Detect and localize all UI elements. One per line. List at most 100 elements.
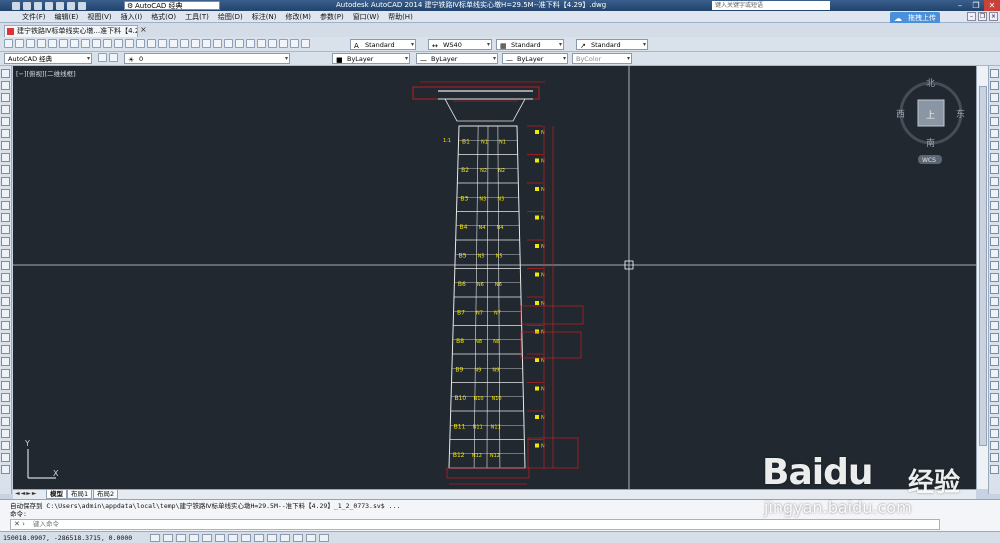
menu-restore-button[interactable]: ❐	[978, 12, 987, 21]
draw-tool-icon[interactable]	[1, 453, 10, 462]
draw-tool-icon[interactable]	[1, 309, 10, 318]
toolbar-tool-icon[interactable]	[169, 39, 178, 48]
draw-tool-icon[interactable]	[1, 165, 10, 174]
menu-item[interactable]: 窗口(W)	[353, 12, 379, 22]
menu-item[interactable]: 编辑(E)	[55, 12, 79, 22]
layer-tool-icon[interactable]	[98, 53, 107, 62]
draw-tool-icon[interactable]	[1, 105, 10, 114]
menu-item[interactable]: 帮助(H)	[388, 12, 413, 22]
draw-tool-icon[interactable]	[1, 333, 10, 342]
drawing-canvas[interactable]: [−][俯视][二维线框] B1 N1 N1 N B2 N2 N2 N B3 N3 N3 N B4 N4 N…	[13, 66, 976, 489]
save-icon[interactable]	[34, 1, 42, 10]
toolbar-tool-icon[interactable]	[279, 39, 288, 48]
draw-tool-icon[interactable]	[1, 393, 10, 402]
modify-tool-icon[interactable]	[990, 465, 999, 474]
dimension-style-select[interactable]: ↔ WS40 ▾	[428, 39, 492, 50]
toolbar-tool-icon[interactable]	[180, 39, 189, 48]
layer-select[interactable]: ☀ 0 ▾	[124, 53, 290, 64]
modify-tool-icon[interactable]	[990, 249, 999, 258]
toolbar-tool-icon[interactable]	[257, 39, 266, 48]
draw-tool-icon[interactable]	[1, 213, 10, 222]
drafting-settings[interactable]	[150, 534, 329, 542]
draw-tool-icon[interactable]	[1, 249, 10, 258]
close-command-icon[interactable]: ✕ ›	[14, 520, 25, 528]
draw-tool-icon[interactable]	[1, 129, 10, 138]
toolbar-tool-icon[interactable]	[48, 39, 57, 48]
modify-tool-icon[interactable]	[990, 129, 999, 138]
toolbar-tool-icon[interactable]	[103, 39, 112, 48]
toolbar-tool-icon[interactable]	[70, 39, 79, 48]
command-input-row[interactable]: ✕ ›	[10, 519, 940, 530]
modify-tool-icon[interactable]	[990, 213, 999, 222]
status-toggle-icon[interactable]	[228, 534, 238, 542]
modify-tool-icon[interactable]	[990, 273, 999, 282]
draw-tool-icon[interactable]	[1, 225, 10, 234]
modify-tool-icon[interactable]	[990, 309, 999, 318]
modify-tool-icon[interactable]	[990, 201, 999, 210]
toolbar-tool-icon[interactable]	[191, 39, 200, 48]
modify-tool-icon[interactable]	[990, 297, 999, 306]
modify-tool-icon[interactable]	[990, 237, 999, 246]
toolbar-tool-icon[interactable]	[26, 39, 35, 48]
quick-access-toolbar[interactable]	[12, 0, 86, 11]
toolbar-tool-icon[interactable]	[125, 39, 134, 48]
status-toggle-icon[interactable]	[241, 534, 251, 542]
modify-tool-icon[interactable]	[990, 393, 999, 402]
color-select[interactable]: ■ ByLayer ▾	[332, 53, 410, 64]
status-toggle-icon[interactable]	[163, 534, 173, 542]
draw-tool-icon[interactable]	[1, 405, 10, 414]
workspace-select[interactable]: ⚙ AutoCAD 经典	[124, 1, 220, 10]
draw-tool-icon[interactable]	[1, 297, 10, 306]
toolbar-tool-icon[interactable]	[114, 39, 123, 48]
draw-tool-icon[interactable]	[1, 429, 10, 438]
modify-tool-icon[interactable]	[990, 177, 999, 186]
toolbar-tool-icon[interactable]	[136, 39, 145, 48]
modify-tool-icon[interactable]	[990, 93, 999, 102]
menu-item[interactable]: 绘图(D)	[218, 12, 243, 22]
modify-tool-icon[interactable]	[990, 81, 999, 90]
modify-tool-icon[interactable]	[990, 345, 999, 354]
command-input[interactable]	[33, 520, 533, 529]
modify-tool-icon[interactable]	[990, 225, 999, 234]
toolbar-tool-icon[interactable]	[92, 39, 101, 48]
status-toggle-icon[interactable]	[306, 534, 316, 542]
status-toggle-icon[interactable]	[254, 534, 264, 542]
draw-tool-icon[interactable]	[1, 357, 10, 366]
document-tab[interactable]: 建宁铁路Ⅳ标单线实心墩...准下料【4.29】*	[4, 25, 138, 37]
undo-icon[interactable]	[67, 1, 75, 10]
toolbar-tool-icon[interactable]	[15, 39, 24, 48]
draw-tool-icon[interactable]	[1, 273, 10, 282]
draw-tool-icon[interactable]	[1, 189, 10, 198]
modify-tool-icon[interactable]	[990, 165, 999, 174]
document-tab-close-icon[interactable]: ×	[140, 25, 147, 34]
menu-item[interactable]: 格式(O)	[151, 12, 176, 22]
toolbar-tool-icon[interactable]	[37, 39, 46, 48]
vertical-scrollbar[interactable]	[976, 66, 988, 489]
draw-tool-icon[interactable]	[1, 369, 10, 378]
layer-tool-icon[interactable]	[109, 53, 118, 62]
draw-tool-icon[interactable]	[1, 261, 10, 270]
minimize-button[interactable]: –	[952, 0, 968, 11]
status-toggle-icon[interactable]	[176, 534, 186, 542]
toolbar-tool-icon[interactable]	[202, 39, 211, 48]
multileader-style-select[interactable]: ↗ Standard ▾	[576, 39, 648, 50]
draw-tool-icon[interactable]	[1, 417, 10, 426]
plotstyle-select[interactable]: ByColor ▾	[572, 53, 632, 64]
status-toggle-icon[interactable]	[215, 534, 225, 542]
modify-tool-icon[interactable]	[990, 153, 999, 162]
search-input[interactable]: 键入关键字或短语	[712, 1, 830, 10]
menu-item[interactable]: 工具(T)	[185, 12, 209, 22]
modify-tool-icon[interactable]	[990, 333, 999, 342]
save-as-icon[interactable]	[45, 1, 53, 10]
toolbar-tool-icon[interactable]	[301, 39, 310, 48]
draw-tool-icon[interactable]	[1, 177, 10, 186]
linetype-select[interactable]: — ByLayer ▾	[416, 53, 498, 64]
modify-tool-icon[interactable]	[990, 357, 999, 366]
tab-model[interactable]: 模型	[46, 490, 67, 499]
draw-tool-icon[interactable]	[1, 153, 10, 162]
toolbar-tool-icon[interactable]	[235, 39, 244, 48]
tab-layout2[interactable]: 布局2	[93, 490, 119, 499]
close-button[interactable]: ✕	[984, 0, 1000, 11]
toolbar-tool-icon[interactable]	[268, 39, 277, 48]
toolbar-tool-icon[interactable]	[224, 39, 233, 48]
